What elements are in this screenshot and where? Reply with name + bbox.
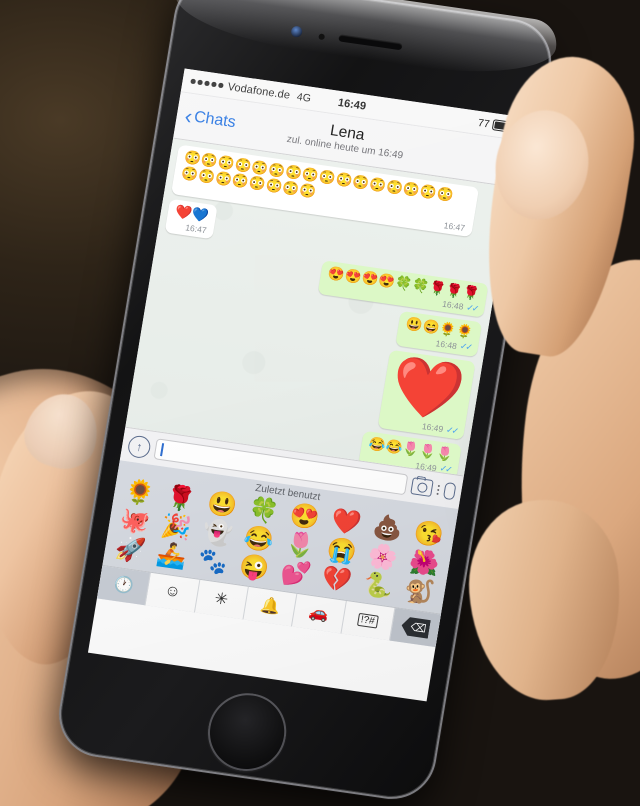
photo-scene: Vodafone.de 4G 16:49 77 ‹ Chats Lena zul… [0,0,640,806]
up-arrow-circle-icon[interactable]: ↑ [126,433,153,459]
smiley-icon[interactable]: ☺ [145,572,201,613]
emoji-key[interactable]: 😜 [231,552,277,584]
battery-percent-label: 77 [477,116,491,131]
emoji-key[interactable]: 🍀 [241,495,287,527]
emoji-key[interactable]: 😍 [282,501,328,533]
symbols-icon[interactable]: !?# [341,600,396,641]
emoji-key[interactable]: 💔 [314,564,360,596]
read-receipt-icon: ✓✓ [459,340,472,353]
message-bubble[interactable]: 😃😄🌻🌻 16:48 ✓✓ [395,311,483,357]
message-timestamp: 16:48 [435,337,458,351]
message-timestamp: 16:48 [441,298,465,312]
smiley-icon-glyph: ☺ [163,582,183,602]
read-receipt-icon: ✓✓ [445,424,458,436]
car-icon-glyph: 🚗 [307,603,331,624]
message-container: 😳😳😳😳😳😳😳😳😳😳😳😳😳😳😳😳😳😳😳😳😳😳😳😳 16:47 ❤️💙 16:47 😍😍😍… [131,144,503,476]
emoji-key[interactable]: 🌻 [117,477,163,510]
message-list[interactable]: 😳😳😳😳😳😳😳😳😳😳😳😳😳😳😳😳😳😳😳😳😳😳😳😳 16:47 ❤️💙 16:47 😍😍😍… [125,138,512,476]
message-timestamp: 16:47 [184,222,208,236]
bell-icon-glyph: 🔔 [258,596,282,617]
emoji-key[interactable]: 💩 [365,513,411,545]
emoji-key[interactable]: 🚀 [107,534,153,567]
emoji-key[interactable]: 💕 [272,558,318,590]
kebab-menu-icon[interactable] [436,484,441,495]
symbols-icon-glyph: !?# [356,612,379,629]
emoji-key[interactable]: 🐾 [190,546,236,578]
backspace-icon: ⌫ [400,616,431,639]
emoji-key[interactable]: 🌷 [277,530,323,562]
clock-icon[interactable]: 🕐 [96,565,152,606]
emoji-key[interactable]: 🐒 [396,576,442,608]
text-cursor [160,443,164,457]
emoji-key[interactable]: 😃 [199,489,245,521]
camera-icon[interactable] [410,477,434,497]
flower-icon-glyph: ✳ [213,590,230,610]
emoji-key[interactable]: 🌸 [360,542,406,574]
read-receipt-icon: ✓✓ [465,301,479,314]
emoji-key[interactable]: 👻 [195,518,241,550]
back-button-label: Chats [192,108,237,132]
message-content: ❤️ [386,351,469,426]
message-bubble[interactable]: ❤️ 16:49 ✓✓ [377,349,476,441]
backspace-key[interactable]: ⌫ [390,607,441,647]
message-timestamp: 16:47 [443,220,466,233]
flower-icon[interactable]: ✳ [194,579,249,620]
emoji-key[interactable]: 😭 [319,536,365,568]
emoji-key[interactable]: 🎉 [153,512,199,544]
emoji-key[interactable]: 🌺 [401,548,447,580]
emoji-key[interactable]: 🐙 [112,506,158,538]
microphone-icon[interactable] [442,481,457,501]
bell-icon[interactable]: 🔔 [243,586,298,627]
emoji-key[interactable]: 🚣 [148,540,194,573]
back-to-chats-button[interactable]: ‹ Chats [183,103,237,134]
car-icon[interactable]: 🚗 [292,593,347,634]
emoji-key[interactable]: 😘 [406,519,452,551]
emoji-key[interactable]: ❤️ [323,507,369,539]
emoji-key[interactable]: 😂 [236,524,282,556]
emoji-key[interactable]: 🌹 [158,483,204,516]
message-bubble[interactable]: ❤️💙 16:47 [164,198,218,239]
message-timestamp: 16:49 [421,421,444,435]
clock-icon-glyph: 🕐 [112,575,135,596]
emoji-key[interactable]: 🐍 [355,570,401,602]
